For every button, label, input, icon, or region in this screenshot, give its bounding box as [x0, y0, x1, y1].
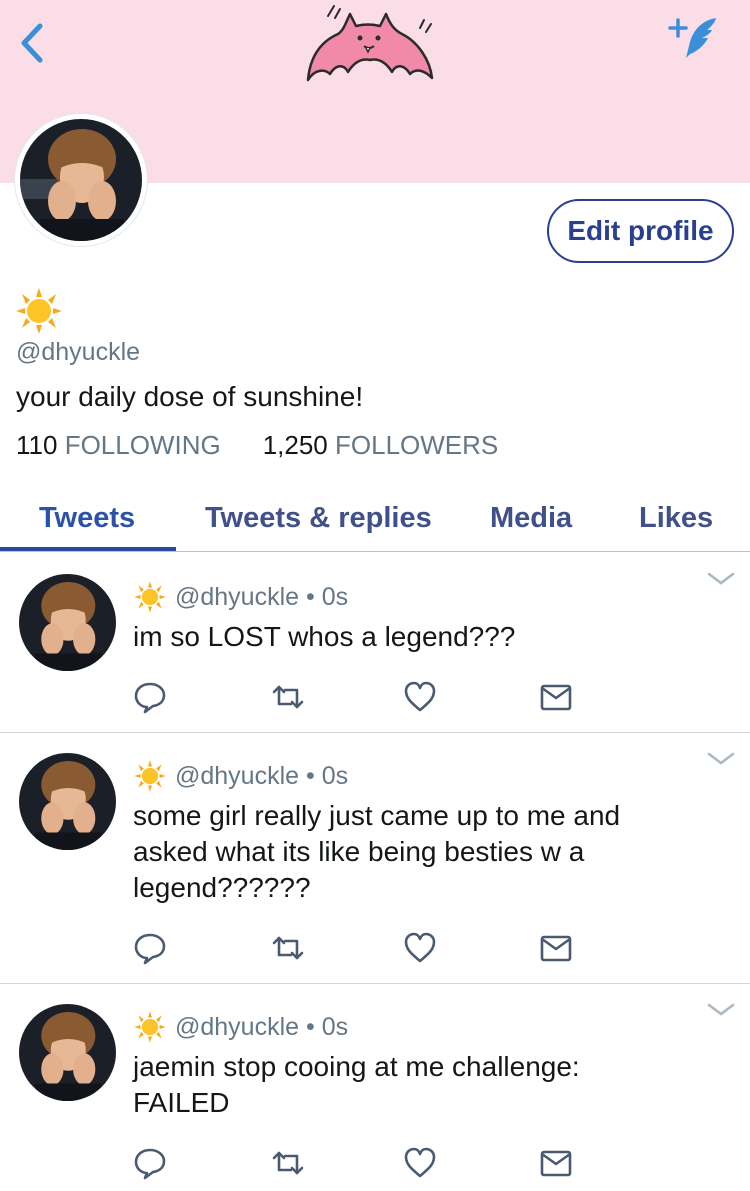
tweet-item[interactable]: @dhyuckle • 0s im so LOST whos a legend?… — [0, 553, 750, 733]
tab-media[interactable]: Media — [490, 485, 572, 552]
message-button[interactable] — [539, 1146, 573, 1180]
retweet-icon — [272, 1151, 304, 1175]
retweet-icon — [272, 685, 304, 709]
chevron-down-icon — [707, 1003, 735, 1016]
tweet-actions — [133, 931, 583, 965]
message-button[interactable] — [539, 931, 573, 965]
feather-plus-icon — [668, 18, 716, 58]
tweet-dot: • — [306, 1012, 315, 1041]
message-button[interactable] — [539, 680, 573, 714]
followers-stat[interactable]: 1,250 FOLLOWERS — [263, 430, 499, 461]
reply-button[interactable] — [133, 1146, 167, 1180]
sun-emoji-icon — [134, 760, 166, 792]
tweet-actions — [133, 1146, 583, 1180]
tweet-text: some girl really just came up to me and … — [133, 798, 693, 906]
active-tab-indicator — [0, 547, 176, 551]
chevron-down-icon — [707, 572, 735, 585]
tweet-time: 0s — [321, 761, 349, 790]
tweet-text-line: im so LOST whos a legend??? — [133, 621, 516, 652]
profile-tabs: Tweets Tweets & replies Media Likes — [0, 485, 750, 552]
following-stat[interactable]: 110 FOLLOWING — [16, 430, 221, 461]
tweet-text-line: legend?????? — [133, 872, 311, 903]
followers-label: FOLLOWERS — [335, 430, 499, 460]
followers-count: 1,250 — [262, 430, 328, 460]
sun-emoji-icon — [134, 581, 166, 613]
avatar[interactable] — [19, 574, 116, 671]
tweet-time: 0s — [321, 1012, 349, 1041]
tweet-text: im so LOST whos a legend??? — [133, 619, 693, 655]
edit-profile-button[interactable]: Edit profile — [547, 199, 734, 263]
tab-likes[interactable]: Likes — [639, 485, 713, 552]
like-button[interactable] — [403, 680, 437, 714]
profile-handle: @dhyuckle — [16, 338, 141, 366]
reply-icon — [134, 933, 166, 965]
following-label: FOLLOWING — [64, 430, 221, 460]
tweet-time: 0s — [321, 582, 349, 611]
message-envelope-icon — [540, 684, 572, 711]
avatar[interactable] — [19, 753, 116, 850]
tweet-text-line: asked what its like being besties w a — [133, 836, 585, 867]
tweet-menu-button[interactable] — [706, 1002, 736, 1018]
tweet-actions — [133, 680, 583, 714]
profile-stats: 110 FOLLOWING 1,250 FOLLOWERS — [16, 430, 498, 461]
tweet-text: jaemin stop cooing at me challenge: FAIL… — [133, 1049, 693, 1121]
tab-tweets-and-replies[interactable]: Tweets & replies — [205, 485, 432, 552]
sun-emoji-icon — [16, 288, 62, 334]
tweet-menu-button[interactable] — [706, 751, 736, 767]
like-heart-icon — [404, 932, 436, 963]
tweet-meta: @dhyuckle • 0s — [133, 1010, 348, 1044]
tweet-item[interactable]: @dhyuckle • 0s some girl really just cam… — [0, 733, 750, 984]
retweet-button[interactable] — [271, 1146, 305, 1180]
profile-bio: your daily dose of sunshine! — [16, 381, 364, 412]
tweet-handle[interactable]: @dhyuckle — [175, 1013, 299, 1042]
tweet-dot: • — [306, 761, 315, 790]
tweet-menu-button[interactable] — [706, 571, 736, 587]
chevron-left-icon — [21, 23, 43, 63]
tab-tweets[interactable]: Tweets — [39, 485, 135, 552]
sun-emoji-icon — [134, 1011, 166, 1043]
reply-button[interactable] — [133, 931, 167, 965]
following-count: 110 — [16, 430, 58, 460]
reply-icon — [134, 682, 166, 714]
tweet-handle[interactable]: @dhyuckle — [175, 762, 299, 791]
tweet-item[interactable]: @dhyuckle • 0s jaemin stop cooing at me … — [0, 984, 750, 1191]
message-envelope-icon — [540, 1150, 572, 1177]
tweet-dot: • — [306, 582, 315, 611]
like-heart-icon — [404, 681, 436, 712]
avatar[interactable] — [19, 1004, 116, 1101]
like-button[interactable] — [403, 1146, 437, 1180]
like-button[interactable] — [403, 931, 437, 965]
message-envelope-icon — [540, 935, 572, 962]
like-heart-icon — [404, 1147, 436, 1178]
tweet-text-line: jaemin stop cooing at me challenge: — [133, 1051, 580, 1082]
avatar-image — [20, 119, 142, 241]
reply-icon — [134, 1148, 166, 1180]
tweet-text-line: FAILED — [133, 1087, 230, 1118]
retweet-button[interactable] — [271, 680, 305, 714]
compose-tweet-button[interactable] — [664, 14, 724, 64]
tweet-meta: @dhyuckle • 0s — [133, 580, 348, 614]
retweet-icon — [272, 936, 304, 960]
bat-doodle-icon — [306, 5, 434, 82]
reply-button[interactable] — [133, 680, 167, 714]
profile-avatar[interactable] — [14, 113, 148, 247]
tweet-text-line: some girl really just came up to me and — [133, 800, 621, 831]
retweet-button[interactable] — [271, 931, 305, 965]
tweet-meta: @dhyuckle • 0s — [133, 759, 348, 793]
chevron-down-icon — [707, 752, 735, 765]
tweet-handle[interactable]: @dhyuckle — [175, 583, 299, 612]
back-button[interactable] — [14, 20, 54, 66]
